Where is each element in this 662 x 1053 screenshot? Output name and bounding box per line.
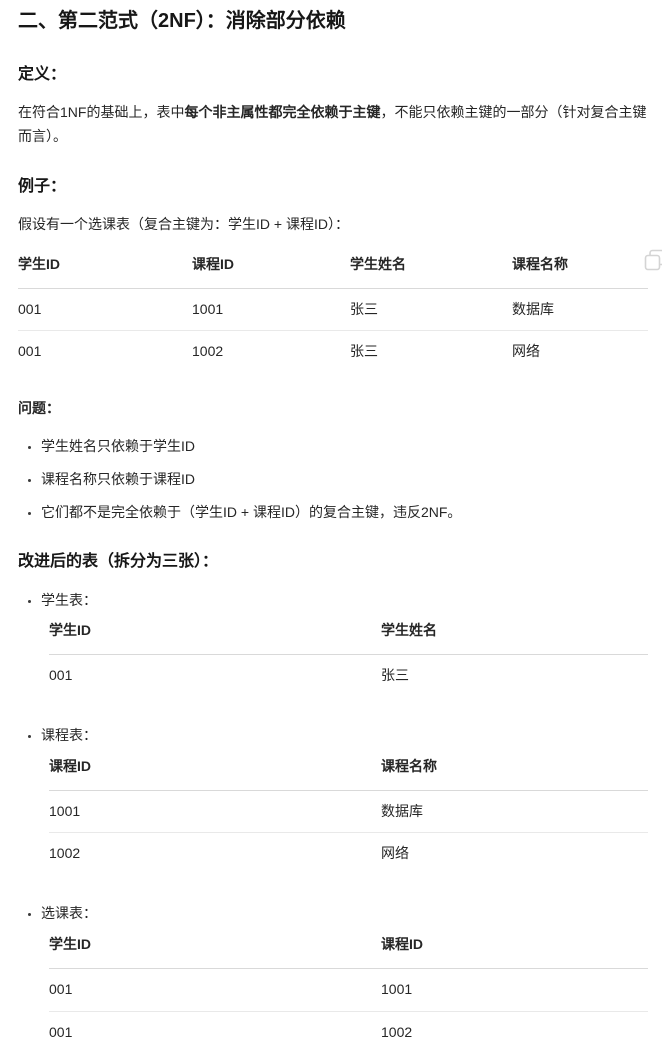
table-row: 001 1002 张三 网络 (18, 331, 648, 373)
table-cell: 张三 (350, 343, 378, 360)
example-table-container: 学生ID 课程ID 学生姓名 课程名称 001 1001 张三 数据库 001 … (18, 249, 662, 373)
table-row: 1001 数据库 (49, 790, 648, 834)
column-header: 学生ID (49, 930, 381, 969)
list-item-course-table: 课程表： 课程ID 课程名称 1001 数据库 1002 网 (41, 724, 648, 875)
column-header: 课程ID (381, 930, 648, 969)
example-table: 学生ID 课程ID 学生姓名 课程名称 001 1001 张三 数据库 001 … (18, 250, 648, 373)
table-row: 001 1002 (49, 1011, 648, 1053)
table-cell: 1001 (381, 968, 648, 1012)
column-header: 学生姓名 (381, 617, 648, 656)
table-cell: 数据库 (381, 790, 648, 834)
table-row: 001 1001 张三 数据库 (18, 288, 648, 332)
column-header: 课程ID (49, 752, 381, 791)
list-item-student-table: 学生表： 学生ID 学生姓名 001 张三 (41, 589, 648, 697)
definition-text-before: 在符合1NF的基础上，表中 (18, 104, 185, 121)
problems-heading: 问题： (18, 400, 60, 417)
table-label: 课程表： (41, 726, 97, 743)
table-cell: 1001 (192, 288, 350, 332)
column-header: 课程名称 (381, 752, 648, 791)
enrollment-table: 学生ID 课程ID 001 1001 001 1002 (49, 930, 648, 1053)
column-header: 课程名称 (512, 250, 648, 289)
column-header: 课程ID (192, 250, 350, 289)
table-header-row: 学生ID 学生姓名 (49, 617, 648, 656)
example-heading: 例子： (18, 177, 67, 195)
table-cell: 1001 (49, 790, 381, 834)
column-header: 学生ID (49, 617, 381, 656)
table-cell: 001 (18, 288, 192, 332)
table-label: 选课表： (41, 905, 97, 922)
table-cell: 张三 (381, 667, 409, 684)
definition-text-bold: 每个非主属性都完全依赖于主键 (184, 104, 381, 121)
table-cell: 1002 (49, 845, 81, 862)
student-table: 学生ID 学生姓名 001 张三 (49, 617, 648, 697)
definition-heading: 定义： (18, 66, 67, 83)
table-cell: 001 (49, 1023, 73, 1040)
table-header-row: 课程ID 课程名称 (49, 752, 648, 791)
example-intro: 假设有一个选课表（复合主键为：学生ID + 课程ID）： (18, 215, 349, 232)
document: 二、第二范式（2NF）：消除部分依赖 定义： 在符合1NF的基础上，表中每个非主… (0, 0, 662, 1053)
table-row: 001 张三 (49, 655, 648, 697)
table-header-row: 学生ID 课程ID 学生姓名 课程名称 (18, 250, 648, 289)
copy-table-button[interactable] (642, 248, 662, 274)
page-title: 二、第二范式（2NF）：消除部分依赖 (18, 10, 346, 32)
table-cell: 001 (18, 343, 42, 360)
improved-tables-list: 学生表： 学生ID 学生姓名 001 张三 课程表： (18, 589, 648, 1053)
copy-icon (644, 249, 662, 271)
list-item: 课程名称只依赖于课程ID (41, 468, 648, 492)
definition-text: 在符合1NF的基础上，表中每个非主属性都完全依赖于主键，不能只依赖主键的一部分（… (18, 101, 648, 149)
problems-list: 学生姓名只依赖于学生ID 课程名称只依赖于课程ID 它们都不是完全依赖于（学生I… (18, 435, 648, 524)
improved-heading: 改进后的表（拆分为三张）： (18, 553, 219, 571)
table-cell: 001 (49, 968, 381, 1012)
table-cell: 网络 (512, 343, 540, 360)
table-cell: 1002 (381, 1023, 413, 1040)
table-cell: 数据库 (512, 288, 648, 332)
table-row: 1002 网络 (49, 833, 648, 875)
list-item: 学生姓名只依赖于学生ID (41, 435, 648, 459)
table-cell: 1002 (192, 343, 224, 360)
table-cell: 001 (49, 667, 73, 684)
table-cell: 网络 (381, 845, 409, 862)
list-item-enrollment-table: 选课表： 学生ID 课程ID 001 1001 001 10 (41, 902, 648, 1053)
table-header-row: 学生ID 课程ID (49, 930, 648, 969)
list-item: 它们都不是完全依赖于（学生ID + 课程ID）的复合主键，违反2NF。 (41, 501, 648, 525)
course-table: 课程ID 课程名称 1001 数据库 1002 网络 (49, 752, 648, 875)
table-row: 001 1001 (49, 968, 648, 1012)
column-header: 学生ID (18, 250, 192, 289)
table-cell: 张三 (350, 288, 512, 332)
table-label: 学生表： (41, 591, 97, 608)
column-header: 学生姓名 (350, 250, 512, 289)
